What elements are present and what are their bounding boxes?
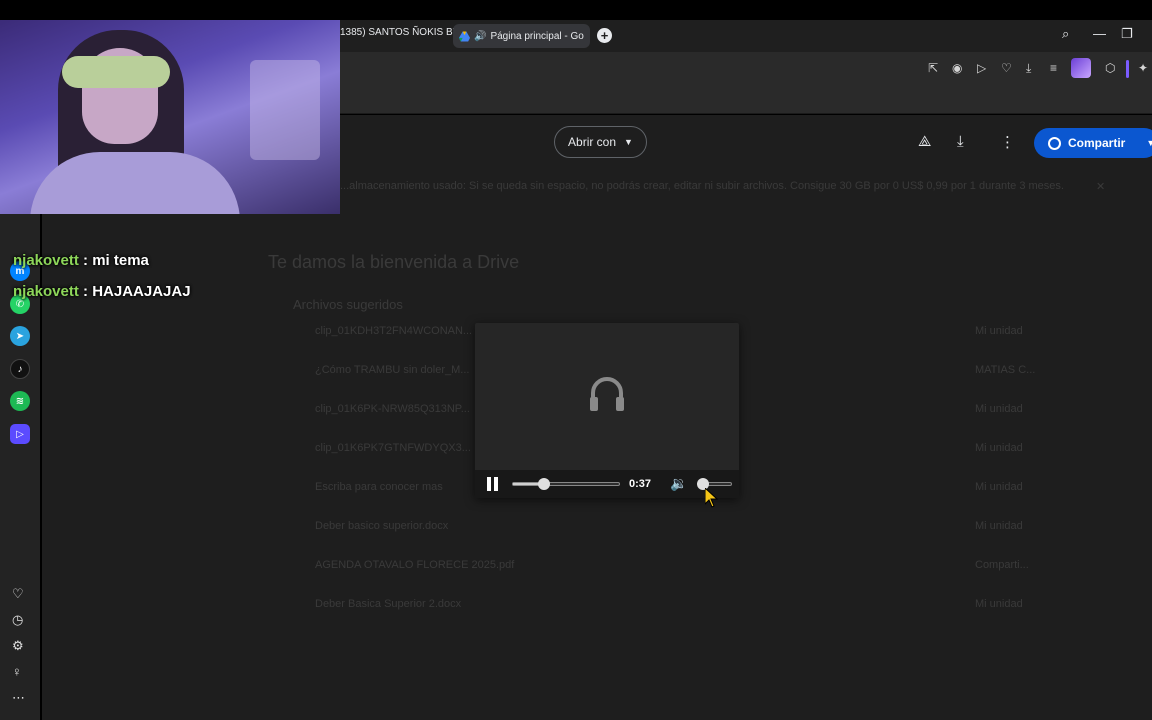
tab-drive[interactable]: 🔊 Página principal - Goo: [453, 24, 590, 48]
settings-gear-icon[interactable]: ⚙: [12, 638, 24, 654]
share-button[interactable]: Compartir ▼: [1034, 128, 1152, 158]
chat-text: mi tema: [92, 252, 149, 269]
suggested-files-label: Archivos sugeridos: [293, 297, 403, 312]
file-row[interactable]: Deber Basica Superior 2.docx Mi unidad: [272, 598, 1112, 618]
pause-button[interactable]: [487, 477, 498, 491]
progress-track[interactable]: [512, 482, 620, 486]
file-location: Mi unidad: [975, 325, 1023, 337]
file-name: clip_01KDH3T2FN4WCONAN...: [315, 325, 473, 337]
chat-message: njakovett : HAJAAJAJAJ: [13, 283, 191, 300]
current-time: 0:37: [629, 478, 652, 490]
audio-player: 0:37 🔉: [475, 323, 739, 498]
google-drive-icon: [459, 30, 470, 42]
new-tab-button[interactable]: +: [597, 28, 612, 43]
headphones-icon: [590, 377, 624, 411]
share-page-icon[interactable]: ⇱: [928, 61, 938, 75]
welcome-title: Te damos la bienvenida a Drive: [268, 252, 520, 272]
share-dropdown-icon[interactable]: ▼: [1146, 138, 1152, 148]
speaker-icon[interactable]: 🔊: [474, 31, 486, 42]
open-with-button[interactable]: Abrir con ▼: [554, 126, 647, 158]
profile-avatar[interactable]: [1071, 58, 1091, 78]
spotify-icon[interactable]: ≋: [10, 391, 30, 411]
chat-separator: :: [78, 283, 93, 300]
more-dots-icon[interactable]: ⋯: [12, 690, 25, 706]
file-row[interactable]: Deber basico superior.docx Mi unidad: [272, 520, 1112, 540]
file-location: MATIAS C...: [975, 364, 1036, 376]
file-name: Deber Basica Superior 2.docx: [315, 598, 462, 610]
player-controls: 0:37 🔉: [475, 470, 739, 498]
search-tabs-icon[interactable]: ⌕: [1062, 26, 1069, 42]
toolbar-accent-divider: [1126, 60, 1129, 78]
volume-icon[interactable]: 🔉: [670, 475, 687, 492]
menu-lines-icon[interactable]: ≡: [1050, 61, 1057, 75]
file-name: clip_01K6PK7GTNFWDYQX3...: [315, 442, 471, 454]
share-label: Compartir: [1068, 136, 1126, 150]
restore-icon[interactable]: ❐: [1121, 26, 1133, 42]
file-location: Mi unidad: [975, 481, 1023, 493]
play-icon[interactable]: ▷: [977, 61, 986, 75]
player-app-icon[interactable]: ▷: [10, 424, 30, 444]
webcam-background-light: [250, 60, 320, 160]
telegram-icon[interactable]: ➤: [10, 326, 30, 346]
tab-title: Página principal - Goo: [490, 30, 584, 42]
download-file-icon[interactable]: ⤓: [957, 133, 964, 150]
screenshot-icon[interactable]: ◉: [952, 61, 962, 75]
chat-username: njakovett: [13, 283, 79, 300]
chat-text: HAJAAJAJAJ: [92, 283, 191, 300]
lightbulb-icon[interactable]: ♀: [12, 664, 22, 679]
caret-down-icon: ▼: [624, 137, 633, 147]
history-icon[interactable]: ◷: [12, 612, 23, 628]
tiktok-icon[interactable]: ♪: [10, 359, 30, 379]
banner-close-icon[interactable]: ✕: [1096, 180, 1105, 193]
ai-sparkle-icon[interactable]: ✦: [1138, 61, 1148, 75]
mouse-cursor-icon: [705, 488, 719, 508]
file-name: clip_01K6PK-NRW85Q313NP...: [315, 403, 470, 415]
chat-username: njakovett: [13, 252, 79, 269]
download-icon[interactable]: ⤓: [1026, 61, 1031, 76]
webcam-headband: [62, 56, 170, 88]
file-location: Mi unidad: [975, 403, 1023, 415]
file-row[interactable]: AGENDA OTAVALO FLORECE 2025.pdf Comparti.…: [272, 559, 1112, 579]
heart-icon[interactable]: ♡: [1001, 61, 1012, 75]
chat-message: njakovett : mi tema: [13, 252, 149, 269]
progress-handle[interactable]: [538, 478, 551, 490]
file-name: AGENDA OTAVALO FLORECE 2025.pdf: [315, 559, 515, 571]
more-options-icon[interactable]: ⋮: [1000, 133, 1015, 151]
heart-icon[interactable]: ♡: [12, 586, 24, 602]
file-location: Mi unidad: [975, 520, 1023, 532]
storage-banner: ...almacenamiento usado: Si se queda sin…: [340, 180, 1064, 192]
minimize-icon[interactable]: —: [1093, 26, 1106, 41]
globe-icon: [1048, 136, 1061, 150]
open-with-label: Abrir con: [568, 135, 617, 149]
file-name: Deber basico superior.docx: [315, 520, 449, 532]
file-name: ¿Cómo TRAMBU sin doler_M...: [315, 364, 470, 376]
add-to-drive-icon[interactable]: ⟁: [918, 133, 931, 150]
chat-separator: :: [78, 252, 93, 269]
file-name: Escriba para conocer mas: [315, 481, 443, 493]
file-location: Mi unidad: [975, 442, 1023, 454]
file-location: Comparti...: [975, 559, 1029, 571]
file-location: Mi unidad: [975, 598, 1023, 610]
extension-cube-icon[interactable]: ⬡: [1105, 61, 1115, 75]
webcam-overlay: [0, 20, 340, 214]
tab-previous[interactable]: 1385) SANTOS ÑOKIS BY: [340, 27, 459, 38]
